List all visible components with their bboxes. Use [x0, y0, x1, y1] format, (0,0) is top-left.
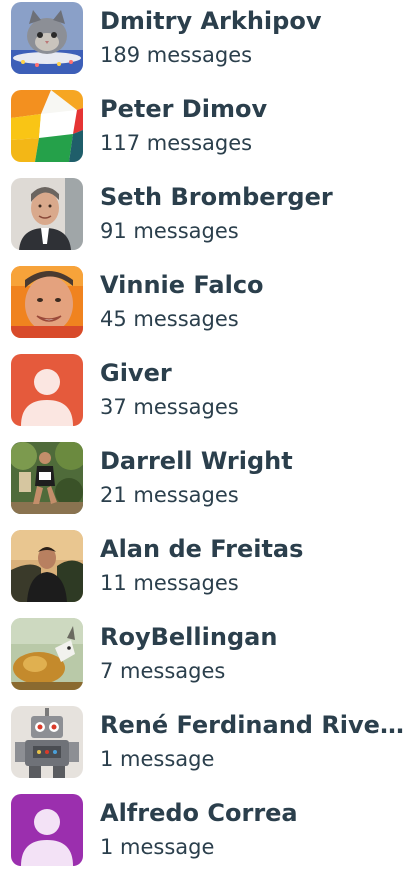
message-count: 189 messages [100, 43, 253, 67]
participant-list: Dmitry Arkhipov 189 messages Peter Dimov… [0, 0, 412, 866]
participant-row[interactable]: Alfredo Correa 1 message [0, 792, 412, 880]
participant-row[interactable]: Giver 37 messages [0, 352, 412, 440]
message-count: 117 messages [100, 131, 253, 155]
color-blocks-avatar[interactable] [11, 90, 83, 162]
default-user-avatar[interactable] [11, 354, 83, 426]
participant-row[interactable]: RoyBellingan 7 messages [0, 616, 412, 704]
participant-name[interactable]: Darrell Wright [100, 445, 410, 477]
message-count: 7 messages [100, 659, 226, 683]
message-count: 11 messages [100, 571, 239, 595]
participant-name[interactable]: Alan de Freitas [100, 533, 410, 565]
cat-photo-avatar[interactable] [11, 2, 83, 74]
participant-row[interactable]: Vinnie Falco 45 messages [0, 264, 412, 352]
participant-name[interactable]: Peter Dimov [100, 93, 410, 125]
participant-name[interactable]: René Ferdinand Rivera Morell [100, 709, 410, 741]
man-face-avatar[interactable] [11, 266, 83, 338]
participant-name[interactable]: Vinnie Falco [100, 269, 410, 301]
robot-toy-avatar[interactable] [11, 706, 83, 778]
participant-name[interactable]: Dmitry Arkhipov [100, 5, 410, 37]
message-count: 37 messages [100, 395, 239, 419]
message-count: 45 messages [100, 307, 239, 331]
participant-row[interactable]: Seth Bromberger 91 messages [0, 176, 412, 264]
message-count: 1 message [100, 835, 215, 859]
default-user-avatar[interactable] [11, 794, 83, 866]
participant-row[interactable]: Alan de Freitas 11 messages [0, 528, 412, 616]
participant-row[interactable]: René Ferdinand Rivera Morell 1 message [0, 704, 412, 792]
participant-row[interactable]: Darrell Wright 21 messages [0, 440, 412, 528]
message-count: 1 message [100, 747, 215, 771]
participant-row[interactable]: Dmitry Arkhipov 189 messages [0, 0, 412, 88]
runner-photo-avatar[interactable] [11, 442, 83, 514]
participant-name[interactable]: RoyBellingan [100, 621, 410, 653]
message-count: 21 messages [100, 483, 239, 507]
goat-photo-avatar[interactable] [11, 618, 83, 690]
participant-name[interactable]: Seth Bromberger [100, 181, 410, 213]
participant-name[interactable]: Alfredo Correa [100, 797, 410, 829]
man-portrait-avatar[interactable] [11, 178, 83, 250]
message-count: 91 messages [100, 219, 239, 243]
participant-name[interactable]: Giver [100, 357, 410, 389]
man-outdoor-avatar[interactable] [11, 530, 83, 602]
participant-row[interactable]: Peter Dimov 117 messages [0, 88, 412, 176]
